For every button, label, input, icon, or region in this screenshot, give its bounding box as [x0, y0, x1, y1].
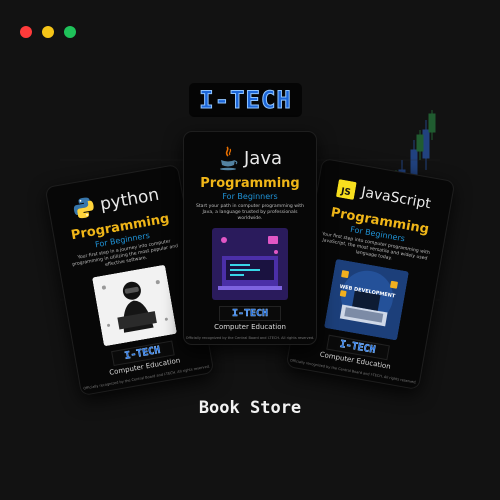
- maximize-window-button[interactable]: [64, 26, 76, 38]
- svg-text:JS: JS: [339, 187, 351, 199]
- book-subject: Programming: [200, 176, 300, 191]
- python-logo-icon: [73, 197, 94, 219]
- book-footer-label: Computer Education: [214, 322, 286, 331]
- java-coffee-cup-icon: [219, 146, 238, 171]
- book-badge: I-TECH: [219, 305, 281, 321]
- book-level: For Beginners: [222, 192, 278, 201]
- book-illustration: WEB DEVELOPMENT: [323, 258, 409, 341]
- brand-logo[interactable]: I-TECH: [189, 83, 302, 117]
- minimize-window-button[interactable]: [42, 26, 54, 38]
- window-controls: [20, 26, 76, 38]
- close-window-button[interactable]: [20, 26, 32, 38]
- js-badge-icon: JS: [336, 179, 357, 200]
- book-language: python: [98, 184, 161, 215]
- book-illustration: [212, 227, 288, 300]
- book-fine-print: Officially recognized by the Central Boa…: [185, 335, 315, 340]
- book-illustration: [91, 264, 177, 347]
- book-description: Start your path in computer programming …: [195, 204, 305, 222]
- book-header: Java: [184, 140, 316, 176]
- brand-logo-text: I-TECH: [199, 86, 292, 115]
- book-language: Java: [243, 147, 283, 169]
- store-title: Book Store: [198, 398, 302, 418]
- book-cover-java[interactable]: Java Programming For Beginners Start you…: [183, 131, 317, 345]
- book-language: JavaScript: [360, 184, 432, 213]
